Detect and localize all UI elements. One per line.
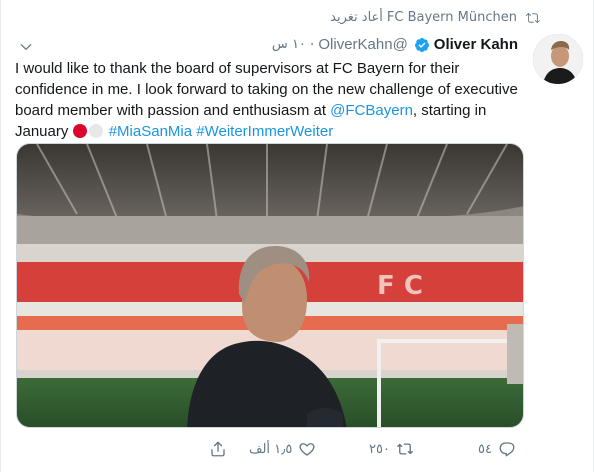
reply-icon: [499, 442, 515, 457]
stadium-letters: F C: [377, 271, 423, 301]
retweet-icon: [525, 12, 540, 23]
retweet-button[interactable]: ٢٥٠: [369, 440, 414, 458]
heart-icon: [299, 443, 315, 456]
stadium-photo: F C: [17, 144, 523, 427]
tweet-header: Oliver Kahn @OliverKahn · ١٠ س: [272, 36, 518, 53]
tweet-photo[interactable]: F C: [16, 143, 524, 428]
chevron-down-icon[interactable]: [19, 40, 33, 54]
verified-badge-icon: [414, 37, 429, 52]
tweet-text: I would like to thank the board of super…: [15, 58, 525, 142]
share-icon: [211, 441, 225, 457]
tweet-timestamp[interactable]: ١٠ س: [272, 37, 306, 52]
share-button[interactable]: [209, 440, 227, 458]
reply-button[interactable]: ٥٤: [478, 440, 516, 458]
red-circle-emoji: [72, 124, 87, 138]
retweet-icon: [397, 443, 413, 455]
retweet-count: ٢٥٠: [369, 441, 390, 457]
like-button[interactable]: ١٫٥ ألف: [249, 440, 316, 458]
tweet-actions: ٥٤ ٢٥٠ ١٫٥ ألف: [1, 440, 594, 466]
hashtag-link[interactable]: #WeiterImmerWeiter: [196, 123, 333, 140]
tweet-card[interactable]: FC Bayern München أعاد تغريد Oliver Kahn…: [0, 0, 594, 472]
author-handle[interactable]: @OliverKahn: [318, 36, 407, 53]
retweeted-by-account[interactable]: FC Bayern München: [387, 10, 517, 25]
mention-link[interactable]: @FCBayern: [330, 102, 413, 119]
author-name[interactable]: Oliver Kahn: [434, 36, 518, 53]
hashtag-link[interactable]: #MiaSanMia: [109, 123, 192, 140]
retweet-label: أعاد تغريد: [330, 10, 383, 25]
like-count: ١٫٥ ألف: [249, 441, 293, 457]
separator-dot: ·: [309, 36, 315, 53]
avatar[interactable]: [533, 34, 583, 84]
reply-count: ٥٤: [478, 441, 492, 457]
white-circle-emoji: [88, 124, 103, 138]
retweet-context: FC Bayern München أعاد تغريد: [330, 10, 541, 25]
